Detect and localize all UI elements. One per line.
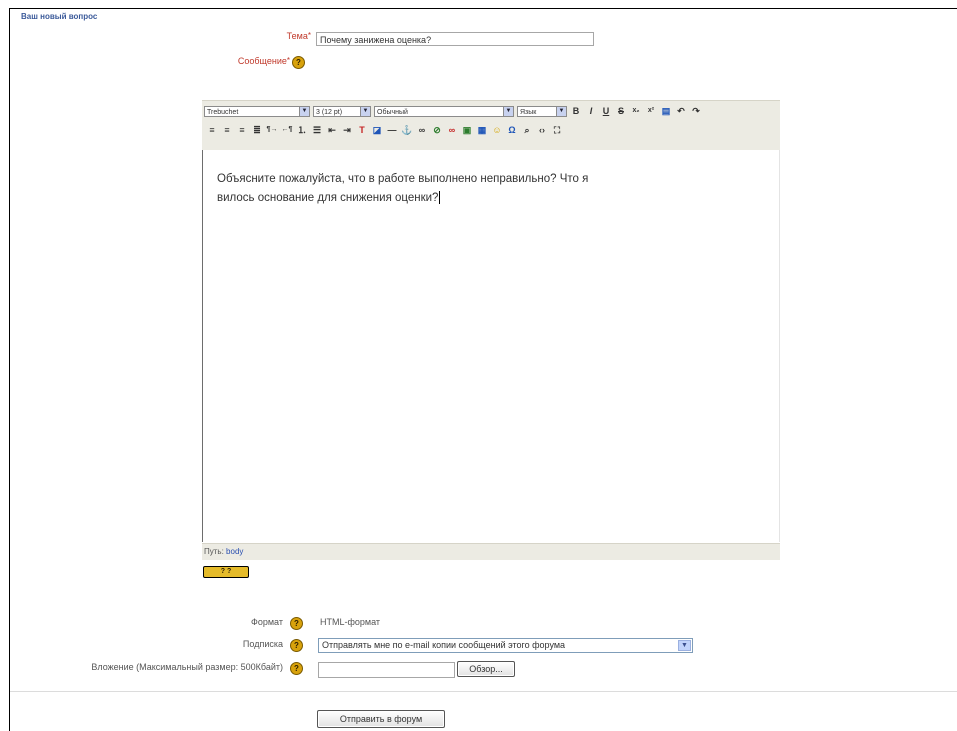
chevron-down-icon: ▼ [503, 106, 513, 116]
smiley-icon[interactable]: ☺ [491, 124, 503, 136]
form-separator [10, 691, 957, 692]
format-help-icon[interactable]: ? [290, 617, 303, 630]
attachment-file-input[interactable] [318, 662, 455, 678]
subscription-help-icon[interactable]: ? [290, 639, 303, 652]
language-select[interactable]: Язык ▼ [517, 105, 567, 117]
nolink-icon[interactable]: ∞ [446, 124, 458, 136]
attachment-label: Вложение (Максимальный размер: 500Кбайт) [91, 662, 283, 672]
unordered-list-icon[interactable]: ☰ [311, 124, 323, 136]
editor-help-button[interactable]: ? ? [203, 566, 249, 578]
redo-icon[interactable]: ↷ [690, 105, 702, 117]
toolbar-row-1: Trebuchet ▼ 3 (12 pt) ▼ Обычный ▼ Язык ▼ B I… [204, 102, 702, 120]
image-icon[interactable]: ▣ [461, 124, 473, 136]
subject-label: Тема* [286, 31, 311, 41]
subscription-select[interactable]: Отправлять мне по e-mail копии сообщений… [318, 638, 693, 653]
editor-content-area[interactable]: Объясните пожалуйста, что в работе выпол… [202, 150, 780, 542]
subscription-label: Подписка [242, 639, 283, 649]
undo-icon[interactable]: ↶ [675, 105, 687, 117]
browse-button[interactable]: Обзор... [457, 661, 515, 677]
font-family-select[interactable]: Trebuchet ▼ [204, 105, 310, 117]
editor-text-line-2: вилось основание для снижения оценки? [217, 191, 441, 205]
background-color-icon[interactable]: ◪ [371, 124, 383, 136]
editor-text-line-1: Объясните пожалуйста, что в работе выпол… [217, 173, 589, 185]
underline-icon[interactable]: U [600, 105, 612, 117]
align-right-icon[interactable]: ≡ [236, 124, 248, 136]
text-caret [439, 191, 441, 205]
ltr-icon[interactable]: ¶→ [266, 124, 278, 136]
chevron-down-icon: ▼ [556, 106, 566, 116]
page-frame-left [9, 8, 10, 731]
strikethrough-icon[interactable]: S [615, 105, 627, 117]
search-replace-icon[interactable]: ⌕ [521, 124, 533, 136]
clean-word-icon[interactable]: ▤ [660, 105, 672, 117]
align-center-icon[interactable]: ≡ [221, 124, 233, 136]
paragraph-style-select[interactable]: Обычный ▼ [374, 105, 514, 117]
font-size-select[interactable]: 3 (12 pt) ▼ [313, 105, 371, 117]
table-icon[interactable]: ▦ [476, 124, 488, 136]
special-char-icon[interactable]: Ω [506, 124, 518, 136]
ordered-list-icon[interactable]: ⒈ [296, 124, 308, 136]
subject-input[interactable]: Почему занижена оценка? [316, 32, 594, 46]
align-left-icon[interactable]: ≡ [206, 124, 218, 136]
format-value: HTML-формат [320, 617, 381, 627]
chevron-down-icon: ▼ [678, 640, 691, 651]
toolbar-row-2: ≡ ≡ ≡ ≣ ¶→ ←¶ ⒈ ☰ ⇤ ⇥ T ◪ — ⚓ ∞ ⊘ ∞ ▣ ▦ … [206, 121, 563, 139]
text-color-icon[interactable]: T [356, 124, 368, 136]
path-body-link[interactable]: body [226, 547, 243, 556]
indent-icon[interactable]: ⇥ [341, 124, 353, 136]
page-frame-top [9, 8, 957, 9]
chevron-down-icon: ▼ [299, 106, 309, 116]
form-section-title: Ваш новый вопрос [21, 12, 98, 21]
chevron-down-icon: ▼ [360, 106, 370, 116]
subscript-icon[interactable]: x₂ [630, 105, 642, 117]
submit-button[interactable]: Отправить в форум [317, 710, 445, 728]
path-label: Путь: [204, 547, 224, 556]
horizontal-rule-icon[interactable]: — [386, 124, 398, 136]
bold-icon[interactable]: B [570, 105, 582, 117]
unlink-icon[interactable]: ⊘ [431, 124, 443, 136]
editor-status-bar: Путь: body [202, 543, 780, 560]
fullscreen-icon[interactable]: ⛶ [551, 124, 563, 136]
rtl-icon[interactable]: ←¶ [281, 124, 293, 136]
attachment-help-icon[interactable]: ? [290, 662, 303, 675]
editor-toolbar: Trebuchet ▼ 3 (12 pt) ▼ Обычный ▼ Язык ▼ B I… [202, 100, 780, 151]
message-help-icon[interactable]: ? [292, 56, 305, 69]
message-label: Сообщение* [237, 56, 290, 66]
outdent-icon[interactable]: ⇤ [326, 124, 338, 136]
link-icon[interactable]: ∞ [416, 124, 428, 136]
html-source-icon[interactable]: ‹› [536, 124, 548, 136]
justify-icon[interactable]: ≣ [251, 124, 263, 136]
anchor-icon[interactable]: ⚓ [401, 124, 413, 136]
italic-icon[interactable]: I [585, 105, 597, 117]
editor-text[interactable]: Объясните пожалуйста, что в работе выпол… [217, 170, 737, 208]
superscript-icon[interactable]: x² [645, 105, 657, 117]
format-label: Формат [251, 617, 283, 627]
